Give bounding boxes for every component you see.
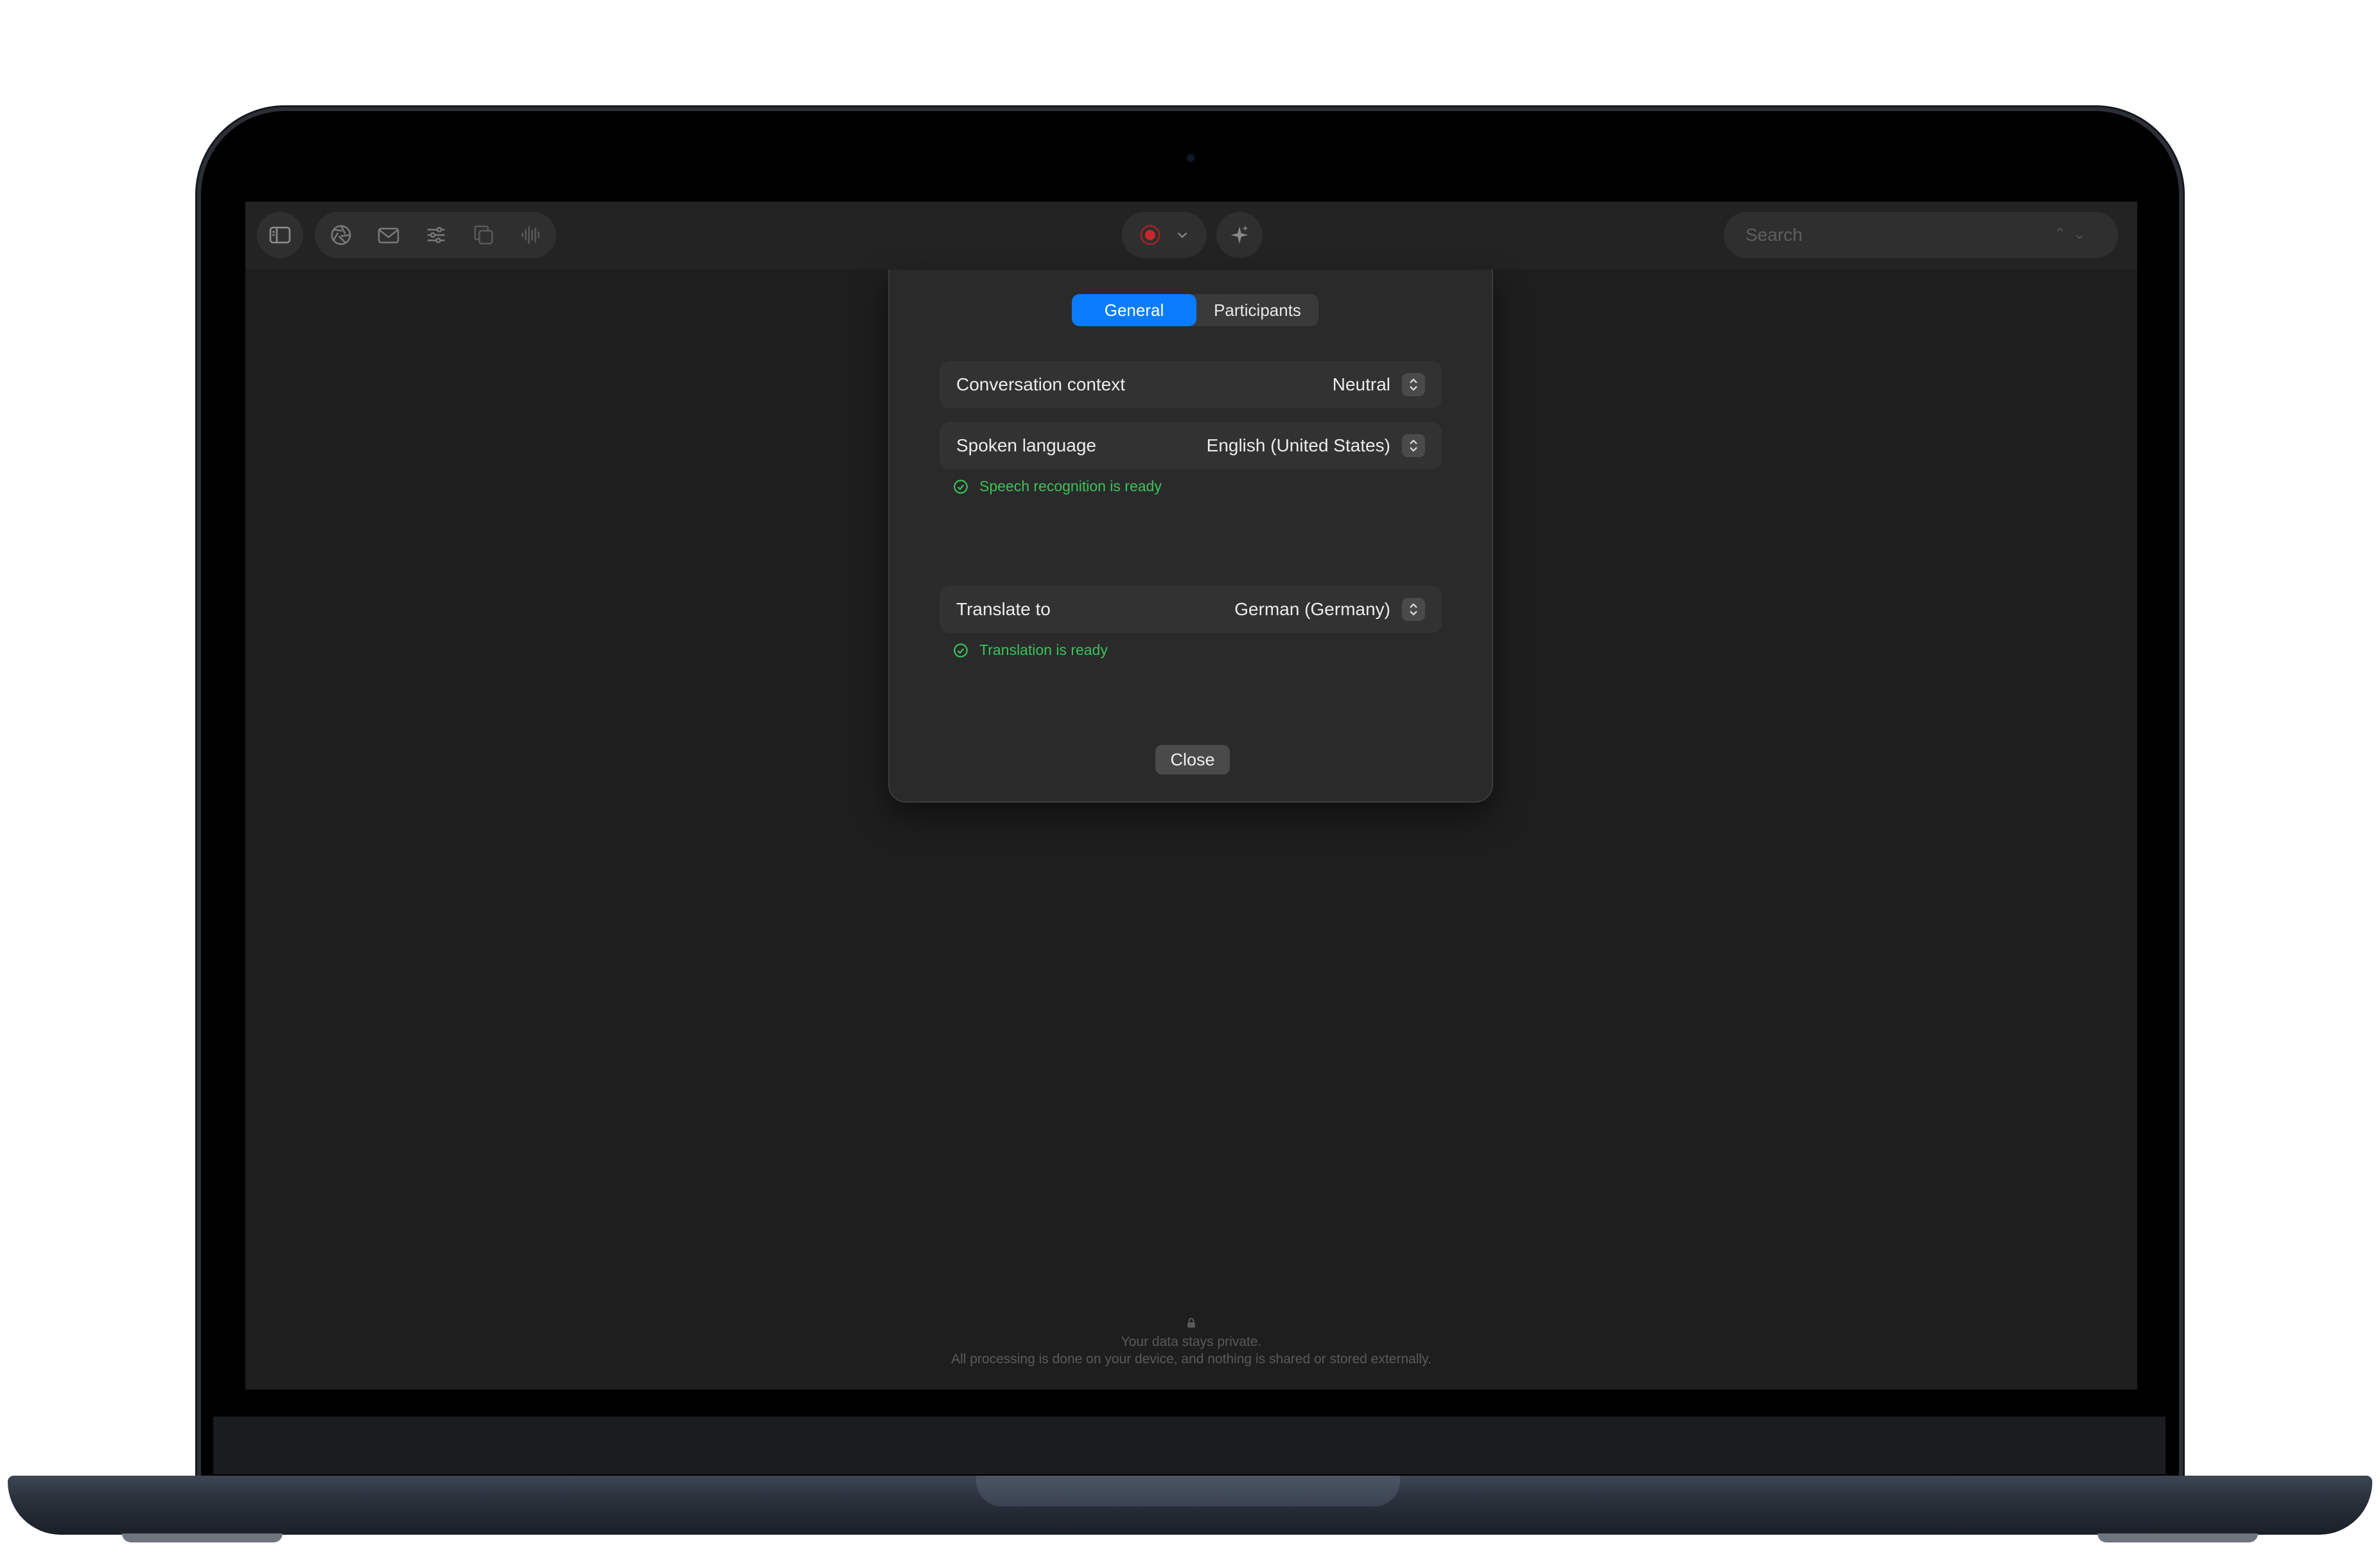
settings-dialog: General Participants Conversation contex… — [888, 270, 1493, 803]
spoken-language-select[interactable]: Spoken language English (United States) — [940, 422, 1442, 469]
tab-switcher: General Participants — [1072, 294, 1318, 326]
record-button[interactable] — [1122, 212, 1207, 258]
laptop-hinge — [213, 1417, 2166, 1474]
spoken-language-label: Spoken language — [956, 435, 1096, 455]
translate-to-select[interactable]: Translate to German (Germany) — [940, 586, 1442, 633]
sliders-icon — [427, 227, 445, 243]
checkmark-circle-icon — [954, 479, 968, 494]
camera-icon — [1187, 155, 1194, 161]
spoken-language-value: English (United States) — [1206, 435, 1390, 455]
translate-to-label: Translate to — [956, 599, 1051, 619]
sparkle-icon — [1230, 225, 1248, 244]
translation-status: Translation is ready — [952, 642, 1108, 659]
search-nav-arrows[interactable]: ⌃⌄ — [2054, 225, 2092, 243]
mail-button[interactable] — [365, 212, 412, 258]
checkmark-circle-icon — [954, 643, 968, 658]
privacy-description: All processing is done on your device, a… — [951, 1352, 1431, 1366]
laptop-foot-right — [2097, 1533, 2258, 1542]
copy-button[interactable] — [460, 212, 507, 258]
privacy-headline: Your data stays private. — [1121, 1334, 1262, 1349]
updown-chevron-icon — [1402, 598, 1425, 621]
tab-general[interactable]: General — [1072, 294, 1196, 326]
record-icon — [1140, 225, 1160, 245]
laptop-foot-left — [122, 1533, 283, 1542]
ai-assist-button[interactable] — [1216, 212, 1263, 258]
chevron-down-icon — [1177, 232, 1187, 238]
toolbar-tool-group — [315, 212, 556, 258]
toolbar: Search ⌃⌄ — [245, 202, 2137, 270]
updown-chevron-icon — [1402, 373, 1425, 396]
laptop-thumb-notch — [976, 1476, 1400, 1506]
tab-participants[interactable]: Participants — [1196, 294, 1318, 326]
copy-icon — [474, 225, 493, 245]
conversation-context-label: Conversation context — [956, 374, 1126, 394]
translate-to-value: German (Germany) — [1234, 599, 1390, 619]
audio-levels-button[interactable] — [507, 212, 555, 258]
waveform-icon — [521, 226, 539, 244]
translation-status-text: Translation is ready — [979, 642, 1108, 658]
speech-recognition-status: Speech recognition is ready — [952, 478, 1162, 495]
settings-button[interactable] — [412, 212, 460, 258]
search-field[interactable]: Search ⌃⌄ — [1724, 212, 2118, 258]
envelope-icon — [378, 227, 399, 243]
conversation-context-select[interactable]: Conversation context Neutral — [940, 361, 1442, 408]
context-button[interactable] — [317, 212, 365, 258]
sidebar-icon — [269, 227, 291, 243]
conversation-context-value: Neutral — [1332, 374, 1390, 394]
lock-icon — [1185, 1316, 1198, 1329]
app-window: Search ⌃⌄ General Participants Conversat… — [245, 202, 2137, 1390]
speech-recognition-status-text: Speech recognition is ready — [979, 478, 1162, 494]
close-button[interactable]: Close — [1155, 745, 1230, 774]
updown-chevron-icon — [1402, 434, 1425, 457]
sidebar-toggle-button[interactable] — [257, 212, 303, 258]
aperture-icon — [331, 225, 351, 245]
search-placeholder: Search — [1746, 225, 1803, 245]
